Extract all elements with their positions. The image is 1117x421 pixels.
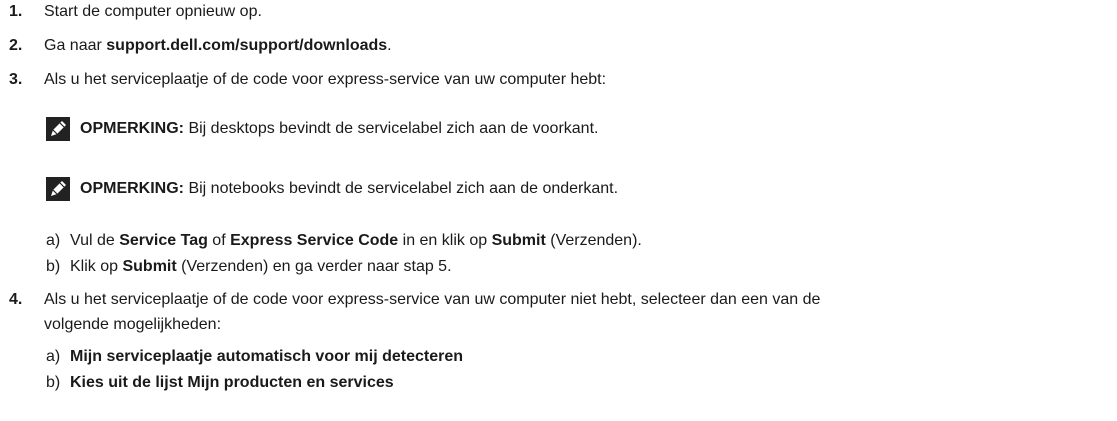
step-text-suffix: . — [387, 37, 392, 54]
note: OPMERKING: Bij notebooks bevindt de serv… — [80, 179, 618, 199]
note-label: OPMERKING: — [80, 120, 184, 137]
sub-marker: b) — [46, 258, 61, 275]
sub-step-text: Klik op Submit (Verzenden) en ga verder … — [70, 257, 452, 277]
bold-term: Submit — [491, 232, 546, 249]
step-text: Start de computer opnieuw op. — [44, 3, 262, 20]
sub-marker: a) — [46, 348, 61, 365]
pencil-note-icon — [46, 117, 70, 141]
option-text: Kies uit de lijst Mijn producten en serv… — [70, 374, 394, 391]
step-number: 4. — [9, 291, 23, 308]
sub-marker: b) — [46, 374, 61, 391]
sub-step-text: Vul de Service Tag of Express Service Co… — [70, 231, 642, 251]
pencil-note-icon — [46, 177, 70, 201]
option-text: Mijn serviceplaatje automatisch voor mij… — [70, 348, 464, 365]
note-text: Bij notebooks bevindt de servicelabel zi… — [184, 180, 619, 197]
sub-marker: a) — [46, 232, 61, 249]
bold-term: Submit — [122, 258, 177, 275]
bold-term: Service Tag — [119, 232, 208, 249]
note: OPMERKING: Bij desktops bevindt de servi… — [80, 119, 598, 139]
step-number: 3. — [9, 71, 23, 88]
text-run: Vul de — [70, 232, 120, 249]
text-run: of — [207, 232, 231, 249]
step-text-continued: volgende mogelijkheden: — [44, 316, 222, 333]
note-text: Bij desktops bevindt de servicelabel zic… — [184, 120, 599, 137]
step-text-prefix: Ga naar — [44, 37, 107, 54]
support-link[interactable]: support.dell.com/support/downloads — [106, 37, 387, 54]
text-run: (Verzenden) en ga verder naar stap 5. — [176, 258, 452, 275]
note-label: OPMERKING: — [80, 180, 184, 197]
step-text: Als u het serviceplaatje of de code voor… — [44, 71, 607, 88]
step-text: Ga naar support.dell.com/support/downloa… — [44, 36, 392, 56]
step-text: Als u het serviceplaatje of de code voor… — [44, 291, 821, 308]
text-run: in en klik op — [398, 232, 492, 249]
step-number: 1. — [9, 3, 23, 20]
text-run: Klik op — [70, 258, 123, 275]
bold-term: Express Service Code — [230, 232, 399, 249]
step-number: 2. — [9, 37, 23, 54]
text-run: (Verzenden). — [545, 232, 642, 249]
